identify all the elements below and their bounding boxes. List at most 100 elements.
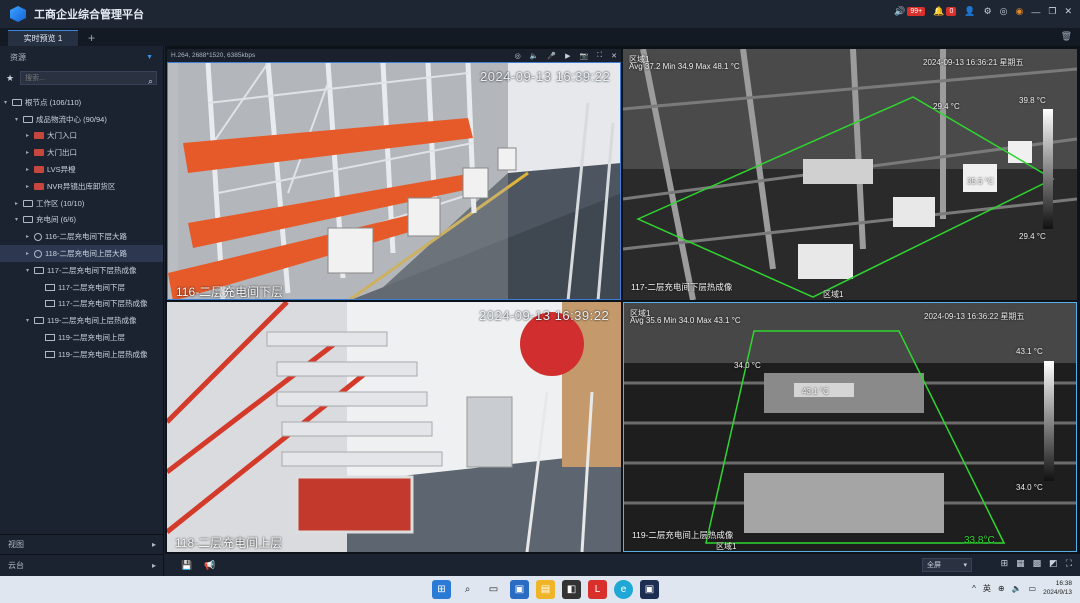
input-language[interactable]: 英 bbox=[983, 583, 991, 594]
search-row: ★ bbox=[0, 68, 163, 88]
tree-item[interactable]: 117-二层充电间下层热成像 bbox=[0, 296, 163, 313]
restore-button[interactable]: ❐ bbox=[1048, 6, 1056, 17]
region-min-temp: 29.4 °C bbox=[933, 102, 960, 111]
osd-timestamp: 2024-09-13 16:36:21 星期五 bbox=[923, 58, 1024, 67]
start-menu-icon[interactable]: ⊞ bbox=[432, 580, 451, 599]
expand-arrow-icon[interactable]: ▸ bbox=[26, 183, 34, 190]
tree-item[interactable]: ▾ 成品物流中心 (90/94) bbox=[0, 111, 163, 128]
mic-icon[interactable]: 🎤 bbox=[547, 52, 556, 60]
video-pane-119-thermal[interactable]: 区域1 Avg 35.6 Min 34.0 Max 43.1 °C 2024-0… bbox=[623, 302, 1077, 552]
tree-item-label: 大门入口 bbox=[47, 131, 77, 141]
edge-browser-icon[interactable]: e bbox=[614, 580, 633, 599]
save-view-icon[interactable]: 💾 bbox=[181, 560, 192, 571]
search-icon[interactable]: ⌕ bbox=[458, 580, 477, 599]
expand-arrow-icon[interactable]: ▸ bbox=[152, 540, 156, 549]
collapse-arrow-icon[interactable]: ▾ bbox=[15, 216, 23, 223]
add-tab-button[interactable]: + bbox=[88, 30, 95, 46]
theme-icon[interactable]: ◉ bbox=[1016, 6, 1024, 17]
ptz-panel-header[interactable]: 云台 ▸ bbox=[0, 554, 164, 576]
custom-layout-icon[interactable]: ◩ bbox=[1049, 558, 1058, 569]
trash-icon[interactable]: 🗑 bbox=[1061, 31, 1072, 42]
tree-item[interactable]: ▾ 117-二层充电间下层热成像 bbox=[0, 262, 163, 279]
resource-header[interactable]: 资源 ▼ bbox=[0, 46, 163, 68]
tree-item[interactable]: 117-二层充电间下层 bbox=[0, 279, 163, 296]
battery-icon[interactable]: ▭ bbox=[1029, 584, 1037, 593]
alarm-sound-button[interactable]: 🔊 99+ bbox=[894, 6, 926, 17]
network-icon[interactable]: ⊕ bbox=[998, 584, 1005, 593]
layout-select[interactable]: 全屏 ▾ bbox=[922, 558, 972, 572]
tree-item[interactable]: ▸ 118-二层充电间上层大路 bbox=[0, 245, 163, 262]
expand-arrow-icon[interactable]: ▸ bbox=[152, 561, 156, 570]
tree-item[interactable]: 119-二层充电间上层 bbox=[0, 329, 163, 346]
record-icon[interactable]: ▶ bbox=[565, 52, 570, 60]
expand-arrow-icon[interactable]: ▸ bbox=[15, 200, 23, 207]
video-pane-118[interactable]: 2024-09-13 16:39:22 118-二层充电间上层 bbox=[167, 302, 621, 552]
minimize-button[interactable]: — bbox=[1031, 7, 1040, 17]
collapse-arrow-icon[interactable]: ▾ bbox=[26, 267, 34, 274]
grid-4x4-icon[interactable]: ▩ bbox=[1033, 558, 1042, 569]
video-pane-117-thermal[interactable]: 区域1 Avg 37.2 Min 34.9 Max 48.1 °C 2024-0… bbox=[623, 49, 1077, 300]
view-panel-header[interactable]: 视图 ▸ bbox=[0, 534, 164, 554]
close-button[interactable]: ✕ bbox=[1064, 6, 1072, 17]
title-bar: 工商企业综合管理平台 🔊 99+ 🔔 0 👤 ⚙ ◎ ◉ — ❐ ✕ bbox=[0, 0, 1080, 28]
tree-item[interactable]: ▾ 119-二层充电间上层热成像 bbox=[0, 312, 163, 329]
search-input[interactable] bbox=[20, 71, 157, 85]
dropdown-arrow-icon[interactable]: ▼ bbox=[146, 54, 153, 61]
settings-icon[interactable]: ⚙ bbox=[984, 6, 992, 17]
tree-item[interactable]: ▾ 根节点 (106/110) bbox=[0, 94, 163, 111]
app-l-icon[interactable]: L bbox=[588, 580, 607, 599]
broadcast-icon[interactable]: 📢 bbox=[204, 560, 215, 571]
collapse-arrow-icon[interactable]: ▾ bbox=[4, 99, 12, 106]
view-panel-label: 视图 bbox=[8, 540, 24, 549]
expand-arrow-icon[interactable]: ▸ bbox=[26, 250, 34, 257]
collapse-arrow-icon[interactable]: ▾ bbox=[26, 317, 34, 324]
org-node-icon bbox=[12, 98, 22, 106]
thermal-camera-icon bbox=[34, 266, 44, 274]
tab-live-preview[interactable]: 实时预览 1 bbox=[8, 30, 78, 46]
task-view-icon[interactable]: ▭ bbox=[484, 580, 503, 599]
grid-2x2-icon[interactable]: ⊞ bbox=[1001, 558, 1009, 569]
clock[interactable]: 16:38 2024/9/13 bbox=[1043, 579, 1072, 597]
ptz-icon[interactable]: ◎ bbox=[515, 52, 521, 60]
grid-3x3-icon[interactable]: ▦ bbox=[1016, 558, 1025, 569]
fullscreen-icon[interactable]: ⛶ bbox=[1066, 558, 1072, 569]
expand-arrow-icon[interactable]: ▸ bbox=[26, 132, 34, 139]
tree-item[interactable]: ▾ 充电间 (6/6) bbox=[0, 212, 163, 229]
expand-arrow-icon[interactable]: ▸ bbox=[26, 233, 34, 240]
expand-arrow-icon[interactable]: ▸ bbox=[26, 149, 34, 156]
tree-item[interactable]: ▸ 116-二层充电间下层大路 bbox=[0, 228, 163, 245]
volume-icon[interactable]: 🔈 bbox=[1012, 584, 1022, 593]
help-icon[interactable]: ◎ bbox=[1000, 6, 1008, 17]
user-icon[interactable]: 👤 bbox=[964, 6, 975, 17]
close-pane-icon[interactable]: ✕ bbox=[611, 52, 617, 60]
stream-controls: ◎ 🔈 🎤 ▶ 📷 ⛶ ✕ bbox=[515, 52, 617, 60]
audio-icon[interactable]: 🔈 bbox=[530, 52, 539, 60]
search-icon[interactable]: ⌕ bbox=[148, 76, 153, 87]
taskbar-apps: ⊞ ⌕ ▭ ▣ ▤ ◧ L e ▣ bbox=[432, 580, 659, 599]
tree-item[interactable]: ▸ 大门入口 bbox=[0, 128, 163, 145]
zoom-icon[interactable]: ⛶ bbox=[597, 52, 602, 60]
temperature-stats: Avg 35.6 Min 34.0 Max 43.1 °C bbox=[630, 316, 741, 325]
tree-item[interactable]: ▸ 工作区 (10/10) bbox=[0, 195, 163, 212]
widgets-icon[interactable]: ▣ bbox=[510, 580, 529, 599]
platform-app-icon[interactable]: ▣ bbox=[640, 580, 659, 599]
store-icon[interactable]: ◧ bbox=[562, 580, 581, 599]
tree-item[interactable]: ▸ 大门出口 bbox=[0, 144, 163, 161]
video-pane-116[interactable]: 2024-09-13 16:39:22 116-二层充电间下层 bbox=[167, 62, 621, 300]
tree-item[interactable]: 119-二层充电间上层热成像 bbox=[0, 346, 163, 363]
notification-button[interactable]: 🔔 0 bbox=[933, 6, 957, 17]
favorite-star-icon[interactable]: ★ bbox=[6, 73, 14, 84]
file-explorer-icon[interactable]: ▤ bbox=[536, 580, 555, 599]
channel-icon bbox=[45, 300, 55, 308]
tray-chevron-icon[interactable]: ^ bbox=[972, 584, 976, 593]
region-bottom-label: 区域1 bbox=[716, 542, 737, 551]
resource-header-label: 资源 bbox=[10, 52, 26, 62]
osd-camera-name: 118-二层充电间上层 bbox=[175, 536, 283, 550]
tree-item[interactable]: ▸ NVR异镜出库卸货区 bbox=[0, 178, 163, 195]
tree-item[interactable]: ▸ LVS异橙 bbox=[0, 161, 163, 178]
snapshot-icon[interactable]: 📷 bbox=[580, 52, 589, 60]
expand-arrow-icon[interactable]: ▸ bbox=[26, 166, 34, 173]
scale-min-temp: 29.4 °C bbox=[1019, 232, 1046, 241]
thermal-scene-2 bbox=[624, 303, 1076, 551]
collapse-arrow-icon[interactable]: ▾ bbox=[15, 116, 23, 123]
